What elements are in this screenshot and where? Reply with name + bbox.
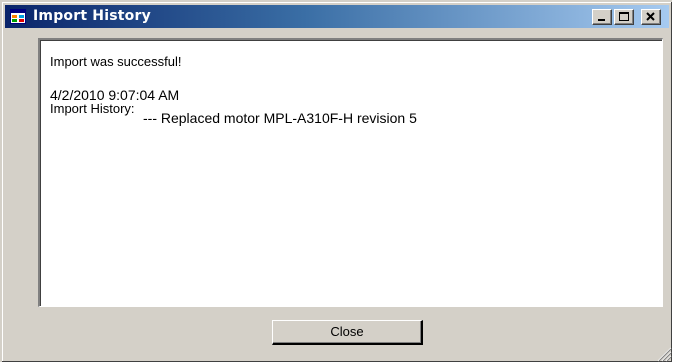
window-title: Import History — [33, 8, 151, 24]
resize-grip-icon[interactable] — [652, 342, 672, 362]
close-icon — [646, 12, 655, 21]
import-history-window: Import History Import was successful! 4/… — [0, 0, 672, 362]
import-log-textbox[interactable]: Import was successful! 4/2/2010 9:07:04 … — [38, 38, 663, 307]
close-button[interactable]: Close — [272, 320, 423, 345]
maximize-icon — [619, 12, 629, 21]
minimize-icon — [598, 19, 605, 21]
minimize-button[interactable] — [592, 9, 612, 25]
history-heading: Import History: — [50, 101, 135, 116]
title-bar[interactable]: Import History — [5, 5, 669, 28]
app-window-icon — [10, 9, 26, 24]
maximize-button[interactable] — [614, 9, 634, 25]
success-message: Import was successful! — [50, 54, 182, 69]
history-entry: --- Replaced motor MPL-A310F-H revision … — [143, 110, 417, 126]
close-window-button[interactable] — [641, 9, 661, 25]
